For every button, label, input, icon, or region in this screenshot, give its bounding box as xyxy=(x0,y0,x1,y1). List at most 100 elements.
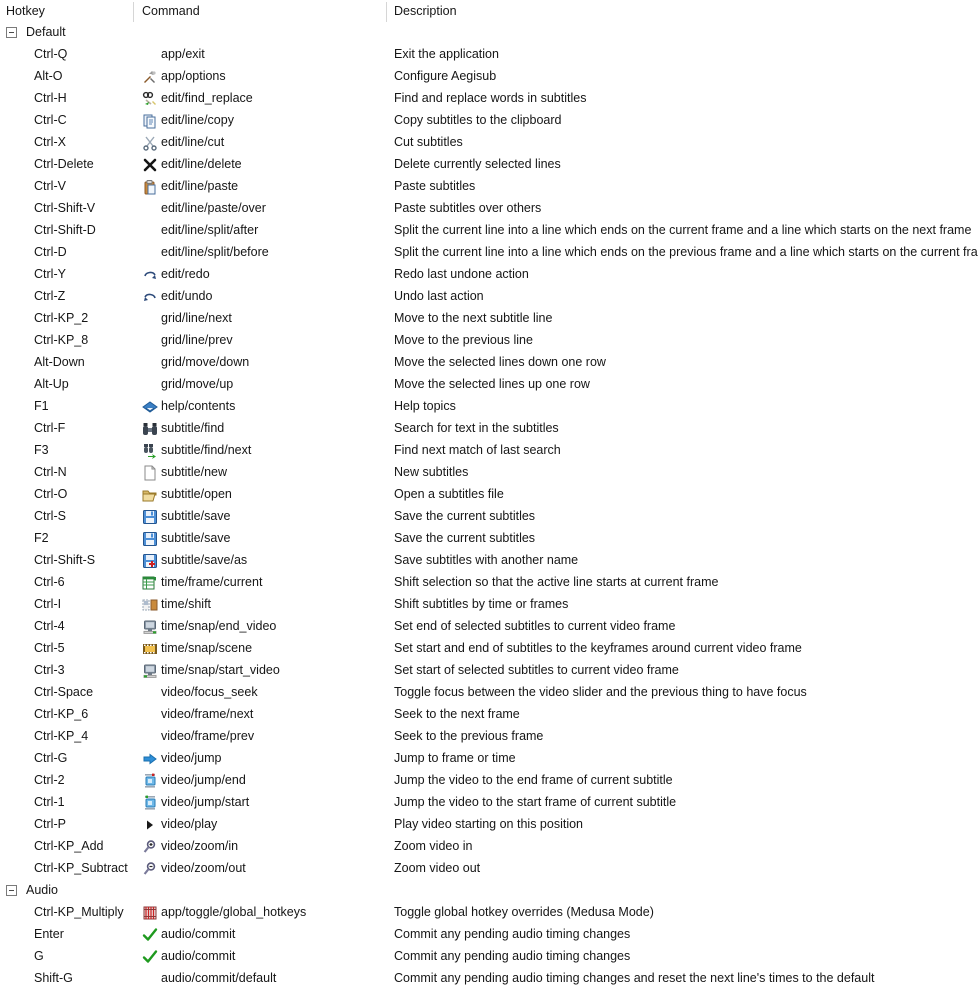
hotkey-row[interactable]: Ctrl-Shift-V edit/line/paste/over Paste su… xyxy=(0,198,978,220)
command-cell[interactable]: subtitle/new xyxy=(161,465,227,479)
group-row[interactable]: Audio xyxy=(0,880,978,902)
command-cell[interactable]: subtitle/save/as xyxy=(161,553,247,567)
hotkey-cell[interactable]: Ctrl-4 xyxy=(34,619,65,633)
hotkey-row[interactable]: Ctrl-Shift-S subtitle/save/as Save subtitl… xyxy=(0,550,978,572)
hotkey-row[interactable]: Ctrl-6 time/frame/current Shift selection … xyxy=(0,572,978,594)
command-cell[interactable]: subtitle/find xyxy=(161,421,224,435)
hotkey-cell[interactable]: Ctrl-Z xyxy=(34,289,65,303)
command-cell[interactable]: app/toggle/global_hotkeys xyxy=(161,905,306,919)
hotkey-row[interactable]: Ctrl-4 time/snap/end_video Set end of sele… xyxy=(0,616,978,638)
command-cell[interactable]: edit/line/split/after xyxy=(161,223,258,237)
hotkey-row[interactable]: Ctrl-D edit/line/split/before Split the cu… xyxy=(0,242,978,264)
command-cell[interactable]: video/focus_seek xyxy=(161,685,258,699)
hotkey-cell[interactable]: Ctrl-3 xyxy=(34,663,65,677)
command-cell[interactable]: audio/commit xyxy=(161,949,235,963)
hotkey-row[interactable]: Ctrl-P video/play Play video starting on t… xyxy=(0,814,978,836)
hotkey-row[interactable]: Alt-Up grid/move/up Move the selected line… xyxy=(0,374,978,396)
command-cell[interactable]: time/snap/start_video xyxy=(161,663,280,677)
command-cell[interactable]: edit/undo xyxy=(161,289,212,303)
command-cell[interactable]: time/frame/current xyxy=(161,575,262,589)
hotkey-cell[interactable]: Ctrl-Shift-V xyxy=(34,201,95,215)
hotkey-cell[interactable]: Ctrl-X xyxy=(34,135,66,149)
hotkey-cell[interactable]: Ctrl-Shift-S xyxy=(34,553,95,567)
hotkey-cell[interactable]: Shift-G xyxy=(34,971,73,985)
hotkey-cell[interactable]: Ctrl-G xyxy=(34,751,67,765)
command-cell[interactable]: edit/line/paste xyxy=(161,179,238,193)
hotkey-row[interactable]: Ctrl-3 time/snap/start_video Set start of … xyxy=(0,660,978,682)
hotkey-cell[interactable]: Enter xyxy=(34,927,64,941)
collapse-minus-icon[interactable] xyxy=(6,885,17,896)
hotkey-row[interactable]: Ctrl-1 video/jump/start Jump the video to … xyxy=(0,792,978,814)
hotkey-row[interactable]: F3 subtitle/find/next Find next match of l… xyxy=(0,440,978,462)
command-cell[interactable]: video/jump/end xyxy=(161,773,246,787)
hotkey-cell[interactable]: Ctrl-Delete xyxy=(34,157,94,171)
command-cell[interactable]: edit/line/copy xyxy=(161,113,234,127)
command-cell[interactable]: edit/find_replace xyxy=(161,91,253,105)
command-cell[interactable]: grid/move/down xyxy=(161,355,249,369)
hotkey-row[interactable]: Enter audio/commit Commit any pending audi… xyxy=(0,924,978,946)
column-divider-1[interactable] xyxy=(133,2,134,22)
hotkey-row[interactable]: Ctrl-V edit/line/paste Paste subtitles xyxy=(0,176,978,198)
group-row[interactable]: Default xyxy=(0,22,978,44)
hotkey-row[interactable]: Ctrl-KP_Multiply app/toggle/global_hotkey… xyxy=(0,902,978,924)
command-cell[interactable]: subtitle/save xyxy=(161,509,230,523)
hotkey-cell[interactable]: Ctrl-KP_8 xyxy=(34,333,88,347)
hotkey-row[interactable]: Ctrl-Y edit/redo Redo last undone action xyxy=(0,264,978,286)
command-cell[interactable]: video/frame/prev xyxy=(161,729,254,743)
hotkey-row[interactable]: Ctrl-O subtitle/open Open a subtitles file xyxy=(0,484,978,506)
command-cell[interactable]: grid/move/up xyxy=(161,377,233,391)
hotkey-cell[interactable]: Alt-Down xyxy=(34,355,85,369)
command-cell[interactable]: time/shift xyxy=(161,597,211,611)
hotkey-cell[interactable]: Ctrl-O xyxy=(34,487,67,501)
hotkey-cell[interactable]: Ctrl-N xyxy=(34,465,67,479)
hotkey-cell[interactable]: Ctrl-KP_Subtract xyxy=(34,861,128,875)
command-cell[interactable]: edit/redo xyxy=(161,267,210,281)
hotkey-cell[interactable]: Ctrl-1 xyxy=(34,795,65,809)
hotkey-row[interactable]: Ctrl-5 time/snap/scene Set start and end o… xyxy=(0,638,978,660)
hotkey-cell[interactable]: Ctrl-V xyxy=(34,179,66,193)
column-header-command[interactable]: Command xyxy=(142,4,200,18)
hotkey-row[interactable]: Ctrl-KP_2 grid/line/next Move to the next … xyxy=(0,308,978,330)
hotkey-row[interactable]: Ctrl-Z edit/undo Undo last action xyxy=(0,286,978,308)
hotkey-cell[interactable]: Ctrl-P xyxy=(34,817,66,831)
command-cell[interactable]: grid/line/prev xyxy=(161,333,233,347)
hotkey-cell[interactable]: Ctrl-6 xyxy=(34,575,65,589)
command-cell[interactable]: edit/line/cut xyxy=(161,135,224,149)
hotkey-row[interactable]: F1 help/contents Help topics xyxy=(0,396,978,418)
command-cell[interactable]: app/options xyxy=(161,69,226,83)
collapse-minus-icon[interactable] xyxy=(6,27,17,38)
command-cell[interactable]: time/snap/scene xyxy=(161,641,252,655)
command-cell[interactable]: app/exit xyxy=(161,47,205,61)
hotkey-cell[interactable]: Ctrl-5 xyxy=(34,641,65,655)
column-header-description[interactable]: Description xyxy=(394,4,457,18)
hotkey-row[interactable]: Alt-Down grid/move/down Move the selected … xyxy=(0,352,978,374)
hotkey-cell[interactable]: Ctrl-KP_2 xyxy=(34,311,88,325)
hotkey-row[interactable]: F2 subtitle/save Save the current subtitle… xyxy=(0,528,978,550)
hotkey-cell[interactable]: Ctrl-C xyxy=(34,113,67,127)
command-cell[interactable]: edit/line/paste/over xyxy=(161,201,266,215)
hotkey-row[interactable]: Alt-O app/options Configure Aegisub xyxy=(0,66,978,88)
hotkey-row[interactable]: Ctrl-KP_Add video/zoom/in Zoom video in xyxy=(0,836,978,858)
hotkey-row[interactable]: Ctrl-N subtitle/new New subtitles xyxy=(0,462,978,484)
column-header-hotkey[interactable]: Hotkey xyxy=(6,4,45,18)
hotkey-row[interactable]: Ctrl-C edit/line/copy Copy subtitles to th… xyxy=(0,110,978,132)
hotkey-cell[interactable]: F1 xyxy=(34,399,49,413)
hotkey-cell[interactable]: F3 xyxy=(34,443,49,457)
command-cell[interactable]: edit/line/split/before xyxy=(161,245,269,259)
command-cell[interactable]: edit/line/delete xyxy=(161,157,242,171)
hotkey-row[interactable]: Ctrl-X edit/line/cut Cut subtitles xyxy=(0,132,978,154)
hotkey-row[interactable]: Ctrl-F subtitle/find Search for text in th… xyxy=(0,418,978,440)
hotkey-row[interactable]: Ctrl-KP_Subtract video/zoom/out Zoom video… xyxy=(0,858,978,880)
hotkey-row[interactable]: Ctrl-Shift-D edit/line/split/after Split t… xyxy=(0,220,978,242)
hotkey-cell[interactable]: Ctrl-D xyxy=(34,245,67,259)
command-cell[interactable]: video/jump/start xyxy=(161,795,249,809)
command-cell[interactable]: video/frame/next xyxy=(161,707,253,721)
column-divider-2[interactable] xyxy=(386,2,387,22)
hotkey-row[interactable]: Ctrl-H edit/find_replace Find and replace … xyxy=(0,88,978,110)
hotkey-cell[interactable]: Ctrl-Space xyxy=(34,685,93,699)
hotkey-cell[interactable]: Ctrl-KP_Multiply xyxy=(34,905,124,919)
hotkey-cell[interactable]: Ctrl-KP_6 xyxy=(34,707,88,721)
hotkey-cell[interactable]: Ctrl-H xyxy=(34,91,67,105)
hotkey-cell[interactable]: G xyxy=(34,949,44,963)
hotkey-row[interactable]: Ctrl-Space video/focus_seek Toggle focus b… xyxy=(0,682,978,704)
